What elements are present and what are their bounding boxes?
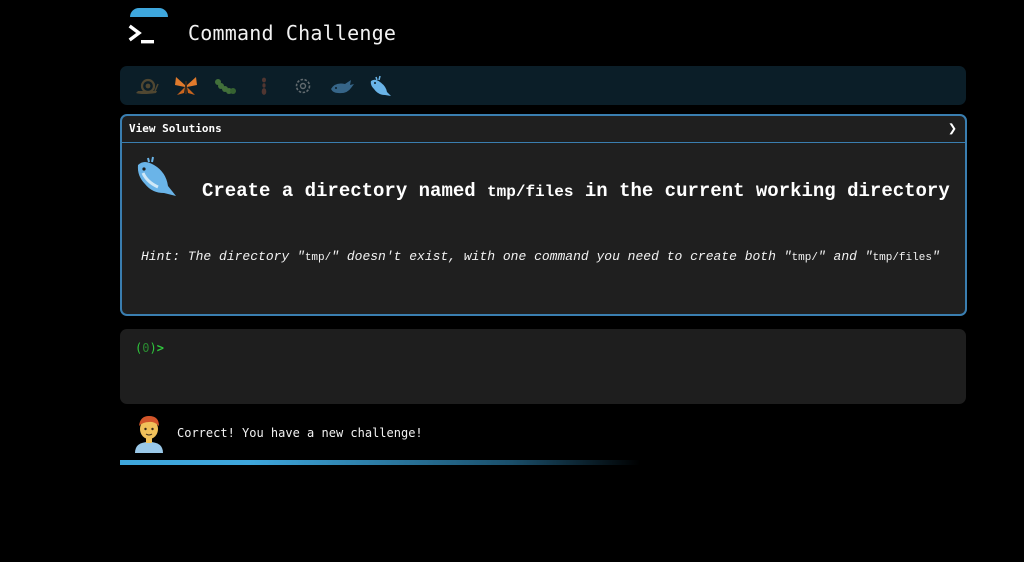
ant-icon [261, 77, 266, 95]
badge-caterpillar[interactable] [205, 71, 244, 101]
terminal-prompt: (0)> [135, 341, 164, 355]
logo-cap [130, 8, 168, 17]
progress-fill [120, 460, 640, 465]
badge-spouting-whale[interactable] [361, 71, 400, 101]
challenge-question: Create a directory named tmp/files in th… [202, 180, 950, 202]
chevron-right-icon: ❯ [947, 119, 957, 137]
progress-bar [120, 460, 640, 465]
badge-whale[interactable] [322, 71, 361, 101]
view-solutions-label: View Solutions [129, 122, 222, 135]
challenge-hint: Hint: The directory "tmp/" doesn't exist… [141, 249, 940, 264]
view-solutions-toggle[interactable]: View Solutions ❯ [122, 116, 965, 143]
terminal-input[interactable]: (0)> [120, 329, 966, 404]
terminal-prompt-icon [128, 24, 154, 44]
spouting-whale-icon [137, 156, 176, 196]
challenge-code: tmp/files [487, 183, 574, 201]
badge-bar [120, 66, 966, 105]
whale-icon [330, 79, 354, 93]
snail-icon [135, 78, 159, 94]
butterfly-icon [174, 76, 197, 95]
badge-snail[interactable] [127, 71, 166, 101]
gear-flower-icon [295, 78, 310, 93]
badge-ant[interactable] [244, 71, 283, 101]
badge-butterfly[interactable] [166, 71, 205, 101]
spouting-whale-icon [370, 75, 391, 96]
caterpillar-icon [214, 78, 236, 94]
app-title: Command Challenge [188, 21, 397, 45]
badge-gear-flower[interactable] [283, 71, 322, 101]
challenge-panel: View Solutions ❯ Create a directory name… [120, 114, 967, 316]
person-avatar-icon [135, 416, 163, 453]
feedback-message: Correct! You have a new challenge! [177, 426, 423, 440]
